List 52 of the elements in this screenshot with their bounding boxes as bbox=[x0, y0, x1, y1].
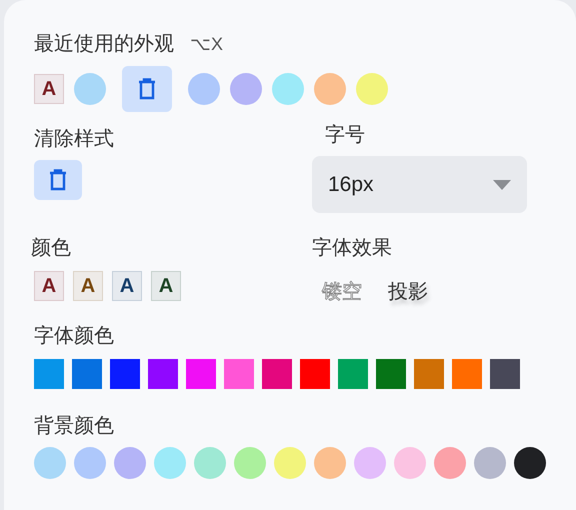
color-swatch[interactable] bbox=[514, 447, 546, 479]
color-swatch[interactable] bbox=[356, 73, 388, 105]
dropdown-caret-icon bbox=[493, 180, 511, 190]
color-swatch[interactable] bbox=[110, 359, 140, 389]
section-title: 颜色 bbox=[31, 236, 72, 261]
color-swatch[interactable] bbox=[394, 447, 426, 479]
color-swatch[interactable] bbox=[338, 359, 368, 389]
shadow-effect-button[interactable]: 投影 bbox=[388, 277, 428, 307]
text-style-swatch[interactable]: A bbox=[34, 74, 64, 104]
color-swatch[interactable] bbox=[154, 447, 186, 479]
section-title: 字号 bbox=[325, 123, 366, 148]
color-swatch[interactable] bbox=[114, 447, 146, 479]
trash-icon bbox=[138, 78, 156, 100]
color-swatch[interactable] bbox=[414, 359, 444, 389]
color-swatch[interactable] bbox=[300, 359, 330, 389]
color-swatch[interactable] bbox=[34, 447, 66, 479]
section-title: 字体颜色 bbox=[34, 324, 115, 349]
font-size-select[interactable]: 16px bbox=[312, 156, 527, 213]
color-swatch[interactable] bbox=[34, 359, 64, 389]
color-swatch[interactable] bbox=[72, 359, 102, 389]
text-style-swatch[interactable]: A bbox=[34, 271, 64, 301]
section-title: 最近使用的外观 bbox=[34, 32, 174, 57]
color-swatch[interactable] bbox=[376, 359, 406, 389]
color-swatch[interactable] bbox=[74, 447, 106, 479]
color-swatch[interactable] bbox=[272, 73, 304, 105]
trash-icon bbox=[49, 169, 67, 191]
color-swatch[interactable] bbox=[354, 447, 386, 479]
color-swatch[interactable] bbox=[474, 447, 506, 479]
section-title: 字体效果 bbox=[312, 236, 393, 261]
text-style-swatch[interactable]: A bbox=[73, 271, 103, 301]
color-swatch[interactable] bbox=[234, 447, 266, 479]
color-swatch[interactable] bbox=[148, 359, 178, 389]
color-swatch[interactable] bbox=[262, 359, 292, 389]
color-swatch[interactable] bbox=[194, 447, 226, 479]
section-title: 背景颜色 bbox=[34, 414, 115, 439]
text-style-swatch[interactable]: A bbox=[151, 271, 181, 301]
color-swatch[interactable] bbox=[490, 359, 520, 389]
shortcut-hint: ⌥X bbox=[190, 32, 224, 56]
color-swatch[interactable] bbox=[434, 447, 466, 479]
color-swatch[interactable] bbox=[224, 359, 254, 389]
clear-style-button[interactable] bbox=[34, 160, 82, 200]
color-swatch[interactable] bbox=[74, 73, 106, 105]
color-swatch[interactable] bbox=[188, 73, 220, 105]
clear-style-button[interactable] bbox=[122, 66, 172, 112]
color-swatch[interactable] bbox=[186, 359, 216, 389]
color-swatch[interactable] bbox=[230, 73, 262, 105]
section-title: 清除样式 bbox=[34, 127, 115, 152]
text-style-swatch[interactable]: A bbox=[112, 271, 142, 301]
color-swatch[interactable] bbox=[452, 359, 482, 389]
color-swatch[interactable] bbox=[314, 73, 346, 105]
color-swatch[interactable] bbox=[274, 447, 306, 479]
color-swatch[interactable] bbox=[314, 447, 346, 479]
